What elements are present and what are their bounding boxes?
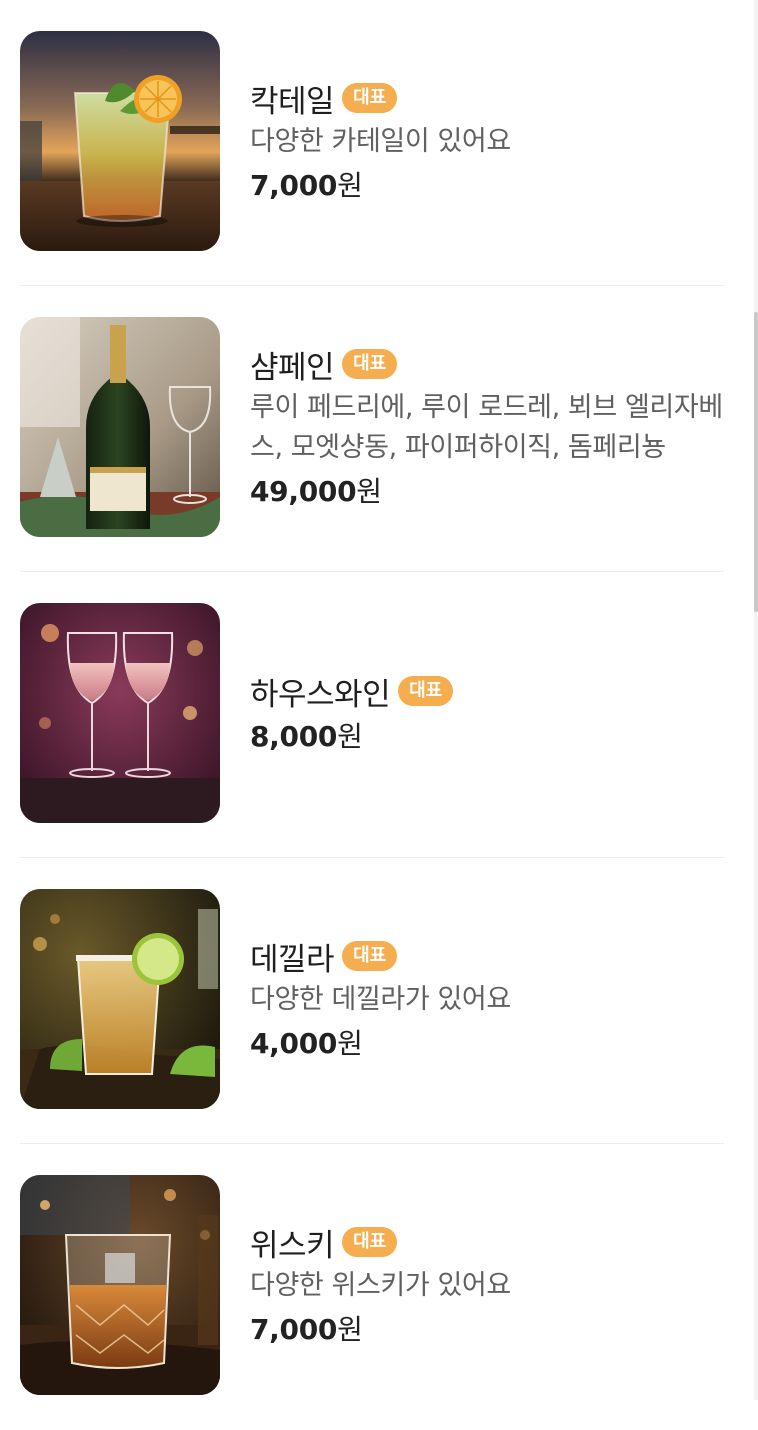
title-row: 샴페인 대표 — [250, 342, 724, 386]
menu-item-description: 다양한 위스키가 있어요 — [250, 1270, 511, 1301]
scrollbar-thumb[interactable] — [754, 312, 758, 612]
menu-item-info: 데낄라 대표 다양한 데낄라가 있어요 4,000원 — [250, 858, 724, 1140]
price-value: 4,000 — [250, 1027, 338, 1060]
signature-badge: 대표 — [342, 83, 398, 113]
signature-badge: 대표 — [342, 1227, 398, 1257]
signature-badge: 대표 — [398, 676, 454, 706]
price-currency: 원 — [337, 169, 363, 202]
menu-item-info: 하우스와인 대표 8,000원 — [250, 572, 724, 854]
menu-item-name: 하우스와인 — [250, 676, 391, 713]
menu-item-tequila[interactable]: 데낄라 대표 다양한 데낄라가 있어요 4,000원 — [20, 858, 724, 1144]
price-value: 7,000 — [250, 1313, 338, 1346]
title-row: 하우스와인 대표 — [250, 669, 724, 713]
price-currency: 원 — [356, 475, 382, 508]
menu-item-name: 데낄라 — [250, 941, 335, 978]
title-row: 데낄라 대표 — [250, 934, 724, 978]
scrollbar-track[interactable] — [754, 0, 758, 1400]
cocktail-image — [20, 31, 220, 251]
price-currency: 원 — [337, 1313, 363, 1346]
signature-badge: 대표 — [342, 941, 398, 971]
title-row: 위스키 대표 — [250, 1220, 724, 1264]
tequila-image — [20, 889, 220, 1109]
price-currency: 원 — [337, 1027, 363, 1060]
champagne-image — [20, 317, 220, 537]
menu-item-info: 샴페인 대표 루이 페드리에, 루이 로드레, 뵈브 엘리자베스, 모엣샹동, … — [250, 286, 724, 568]
menu-list: 칵테일 대표 다양한 카테일이 있어요 7,000원 샴페인 대표 루이 페드리… — [20, 0, 724, 1430]
menu-item-name: 샴페인 — [250, 349, 335, 386]
menu-item-name: 칵테일 — [250, 83, 335, 120]
whiskey-photo — [20, 1175, 220, 1395]
price-value: 7,000 — [250, 169, 338, 202]
menu-item-info: 칵테일 대표 다양한 카테일이 있어요 7,000원 — [250, 0, 724, 282]
signature-badge: 대표 — [342, 349, 398, 379]
menu-item-name: 위스키 — [250, 1227, 335, 1264]
house-wine-photo — [20, 603, 220, 823]
menu-item-house-wine[interactable]: 하우스와인 대표 8,000원 — [20, 572, 724, 858]
champagne-photo — [20, 317, 220, 537]
menu-item-description: 다양한 카테일이 있어요 — [250, 126, 511, 157]
title-row: 칵테일 대표 — [250, 76, 724, 120]
tequila-photo — [20, 889, 220, 1109]
menu-item-price: 8,000원 — [250, 717, 724, 757]
whiskey-image — [20, 1175, 220, 1395]
menu-item-description: 다양한 데낄라가 있어요 — [250, 984, 511, 1015]
price-value: 49,000 — [250, 475, 357, 508]
menu-item-price: 7,000원 — [250, 166, 724, 206]
menu-item-price: 49,000원 — [250, 472, 724, 512]
menu-item-info: 위스키 대표 다양한 위스키가 있어요 7,000원 — [250, 1144, 724, 1426]
menu-item-champagne[interactable]: 샴페인 대표 루이 페드리에, 루이 로드레, 뵈브 엘리자베스, 모엣샹동, … — [20, 286, 724, 572]
price-currency: 원 — [337, 720, 363, 753]
menu-item-cocktail[interactable]: 칵테일 대표 다양한 카테일이 있어요 7,000원 — [20, 0, 724, 286]
menu-item-price: 4,000원 — [250, 1024, 724, 1064]
cocktail-photo — [20, 31, 220, 251]
price-value: 8,000 — [250, 720, 338, 753]
menu-item-price: 7,000원 — [250, 1310, 724, 1350]
menu-item-description: 루이 페드리에, 루이 로드레, 뵈브 엘리자베스, 모엣샹동, 파이퍼하이직,… — [250, 392, 723, 463]
house-wine-image — [20, 603, 220, 823]
menu-item-whiskey[interactable]: 위스키 대표 다양한 위스키가 있어요 7,000원 — [20, 1144, 724, 1430]
